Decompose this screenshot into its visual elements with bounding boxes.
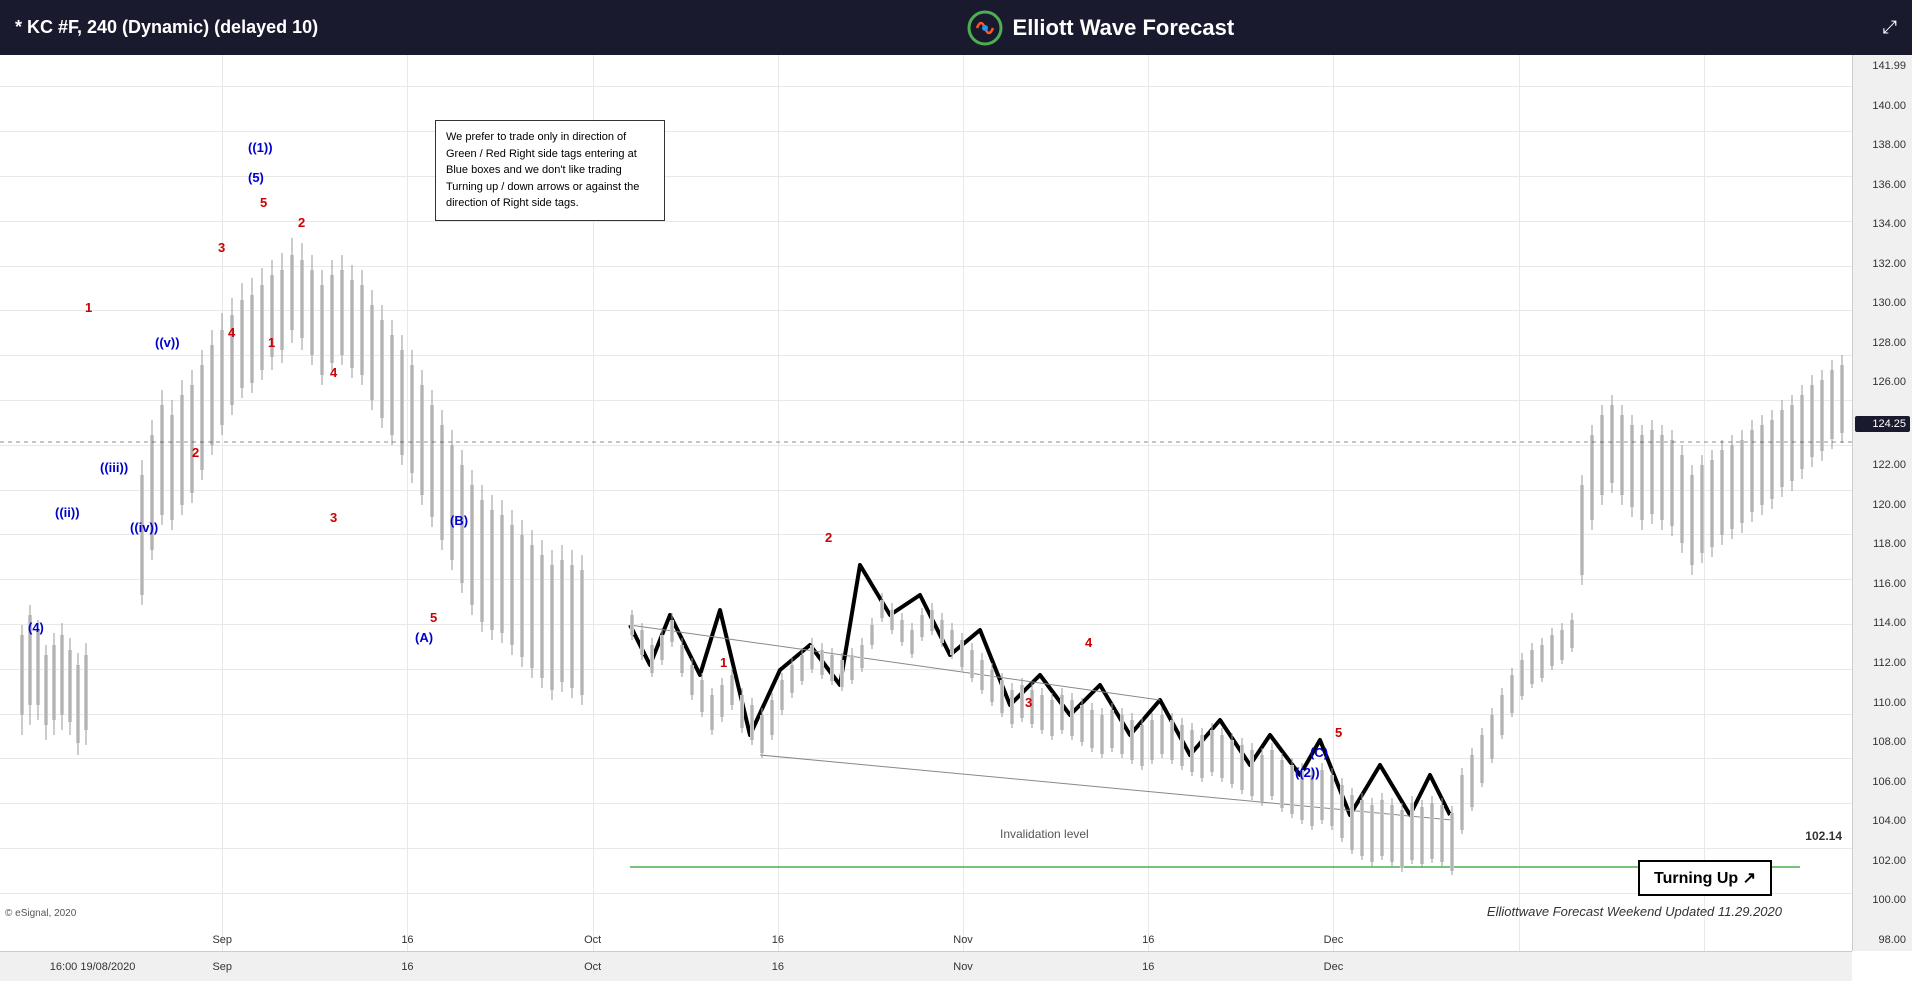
price-126: 126.00 xyxy=(1855,376,1910,388)
time-bottom-16c: 16 xyxy=(1142,961,1154,973)
time-bottom-dec: Dec xyxy=(1324,961,1344,973)
time-label-sep: Sep xyxy=(212,934,232,946)
annotation-box: We prefer to trade only in direction of … xyxy=(435,120,665,221)
time-axis: 16:00 19/08/2020 Sep 16 Oct 16 Nov 16 De… xyxy=(0,951,1852,981)
time-label-16c: 16 xyxy=(1142,934,1154,946)
brand-logo-icon xyxy=(967,10,1003,46)
price-98: 98.00 xyxy=(1855,934,1910,946)
price-122: 122.00 xyxy=(1855,459,1910,471)
time-bottom-sep: Sep xyxy=(212,961,232,973)
price-130: 130.00 xyxy=(1855,297,1910,309)
time-bottom-nov: Nov xyxy=(953,961,973,973)
time-label-nov: Nov xyxy=(953,934,973,946)
time-bottom-16a: 16 xyxy=(401,961,413,973)
time-label-16a: 16 xyxy=(401,934,413,946)
price-128: 128.00 xyxy=(1855,337,1910,349)
price-110: 110.00 xyxy=(1855,697,1910,709)
candle-group-nov xyxy=(1460,355,1844,834)
turning-up-badge: Turning Up ↗ xyxy=(1638,860,1772,896)
time-label-16b: 16 xyxy=(772,934,784,946)
chart-svg xyxy=(0,55,1852,951)
price-114: 114.00 xyxy=(1855,617,1910,629)
chart-area: (4) ((ii)) 1 ((iii)) ((iv)) ((v)) 2 3 4 … xyxy=(0,55,1852,951)
price-118: 118.00 xyxy=(1855,538,1910,550)
price-102: 102.00 xyxy=(1855,855,1910,867)
price-108: 108.00 xyxy=(1855,736,1910,748)
candle-group-sep xyxy=(140,238,584,705)
chart-title: * KC #F, 240 (Dynamic) (delayed 10) xyxy=(15,17,318,38)
price-axis: 141.99 140.00 138.00 136.00 134.00 132.0… xyxy=(1852,55,1912,951)
invalidation-label: Invalidation level xyxy=(1000,827,1089,841)
price-120: 120.00 xyxy=(1855,499,1910,511)
price-140: 140.00 xyxy=(1855,100,1910,112)
price-142: 141.99 xyxy=(1855,60,1910,72)
price-136: 136.00 xyxy=(1855,179,1910,191)
invalidation-price: 102.14 xyxy=(1805,829,1842,843)
header: * KC #F, 240 (Dynamic) (delayed 10) Elli… xyxy=(0,0,1912,55)
price-106: 106.00 xyxy=(1855,776,1910,788)
price-132: 132.00 xyxy=(1855,258,1910,270)
candle-group-early xyxy=(20,605,88,755)
time-label-oct: Oct xyxy=(584,934,601,946)
time-bottom-16b: 16 xyxy=(772,961,784,973)
price-100: 100.00 xyxy=(1855,894,1910,906)
price-138: 138.00 xyxy=(1855,139,1910,151)
time-bottom-oct: Oct xyxy=(584,961,601,973)
chart-container: * KC #F, 240 (Dynamic) (delayed 10) Elli… xyxy=(0,0,1912,981)
price-104: 104.00 xyxy=(1855,815,1910,827)
price-current: 124.25 xyxy=(1855,416,1910,432)
expand-icon[interactable]: ⤢ xyxy=(1883,17,1897,38)
footer-updated: Elliottwave Forecast Weekend Updated 11.… xyxy=(1487,904,1782,919)
time-bottom-start: 16:00 19/08/2020 xyxy=(50,961,136,973)
price-116: 116.00 xyxy=(1855,578,1910,590)
price-134: 134.00 xyxy=(1855,218,1910,230)
price-112: 112.00 xyxy=(1855,657,1910,669)
footer-copyright: © eSignal, 2020 xyxy=(5,908,76,919)
brand-name: Elliott Wave Forecast xyxy=(1013,15,1235,41)
time-label-dec: Dec xyxy=(1324,934,1344,946)
brand-area: Elliott Wave Forecast xyxy=(967,10,1235,46)
